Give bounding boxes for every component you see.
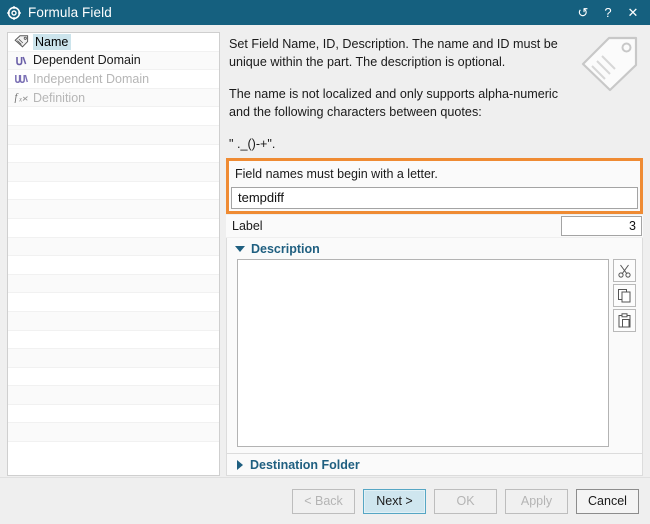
formula-field-dialog: Formula Field ↺ ? ✕ Name Dependent Domai… (0, 0, 650, 524)
description-section-title: Description (251, 241, 320, 256)
name-hint: Field names must begin with a letter. (229, 160, 640, 187)
list-item (8, 423, 219, 443)
sidebar-item-independent-domain[interactable]: Independent Domain (8, 70, 219, 89)
intro-paragraph-1: Set Field Name, ID, Description. The nam… (229, 37, 558, 69)
definition-icon: f x (13, 90, 29, 105)
cancel-button[interactable]: Cancel (576, 488, 639, 514)
name-field-group: Field names must begin with a letter. (226, 157, 643, 214)
label-row: Label 3 (226, 214, 643, 237)
label-row-name: Label (232, 218, 263, 233)
wizard-step-list[interactable]: Name Dependent Domain Independent Domain… (7, 32, 220, 476)
copy-icon[interactable] (613, 283, 636, 307)
destination-folder-header[interactable]: Destination Folder (227, 454, 642, 475)
list-item (8, 163, 219, 182)
destination-folder-title: Destination Folder (250, 458, 360, 472)
list-item (8, 331, 219, 350)
svg-text:x: x (18, 96, 23, 104)
label-value-field[interactable]: 3 (561, 215, 642, 236)
sidebar-item-name[interactable]: Name (8, 33, 219, 52)
list-item (8, 200, 219, 219)
sidebar-item-label: Independent Domain (33, 71, 150, 86)
allowed-characters: " ._()-+". (229, 137, 276, 151)
help-icon[interactable]: ? (601, 5, 615, 21)
list-item (8, 293, 219, 312)
list-item (8, 405, 219, 424)
tag-illustration-icon (580, 34, 640, 92)
list-item (8, 182, 219, 201)
description-body (227, 258, 642, 454)
name-input-wrapper (229, 186, 640, 211)
dependent-domain-icon (13, 53, 29, 68)
sidebar-item-definition[interactable]: f x Definition (8, 88, 219, 108)
dialog-footer: < Back Next > OK Apply Cancel (0, 477, 650, 524)
description-section-header[interactable]: Description (227, 238, 642, 259)
intro-section: Set Field Name, ID, Description. The nam… (226, 32, 643, 154)
chevron-right-icon[interactable] (237, 460, 243, 470)
sidebar-item-dependent-domain[interactable]: Dependent Domain (8, 51, 219, 71)
sidebar-item-label: Definition (33, 90, 86, 105)
list-item (8, 386, 219, 405)
list-item (8, 107, 219, 126)
sidebar-item-label: Name (33, 33, 72, 50)
apply-button[interactable]: Apply (505, 488, 568, 514)
independent-domain-icon (13, 71, 29, 86)
name-input[interactable] (231, 186, 638, 209)
tag-icon (13, 34, 29, 49)
title-bar-buttons: ↺ ? ✕ (576, 5, 644, 21)
ok-button[interactable]: OK (434, 488, 497, 514)
gear-icon (7, 5, 21, 20)
list-item (8, 311, 219, 331)
destination-folder-section: Destination Folder (226, 454, 643, 476)
description-textarea[interactable] (237, 258, 609, 447)
list-item (8, 274, 219, 294)
list-item (8, 256, 219, 275)
cut-icon[interactable] (613, 258, 636, 282)
paste-icon[interactable] (613, 308, 636, 332)
back-button[interactable]: < Back (292, 488, 355, 514)
reset-icon[interactable]: ↺ (576, 5, 590, 21)
list-item (8, 349, 219, 368)
list-item (8, 145, 219, 164)
next-button[interactable]: Next > (363, 488, 426, 514)
svg-text:f: f (14, 93, 18, 104)
list-item (8, 219, 219, 238)
close-icon[interactable]: ✕ (626, 5, 640, 21)
sidebar-item-label: Dependent Domain (33, 53, 141, 68)
list-item (8, 237, 219, 257)
description-toolbar (613, 258, 636, 448)
title-bar: Formula Field ↺ ? ✕ (0, 0, 650, 25)
description-section: Description (226, 237, 643, 454)
intro-paragraph-2: The name is not localized and only suppo… (229, 87, 559, 119)
list-item (8, 368, 219, 387)
window-title: Formula Field (28, 5, 112, 20)
list-item (8, 125, 219, 145)
wizard-page-name: Set Field Name, ID, Description. The nam… (226, 32, 643, 476)
chevron-down-icon[interactable] (235, 245, 245, 252)
dialog-body: Name Dependent Domain Independent Domain… (0, 25, 650, 476)
